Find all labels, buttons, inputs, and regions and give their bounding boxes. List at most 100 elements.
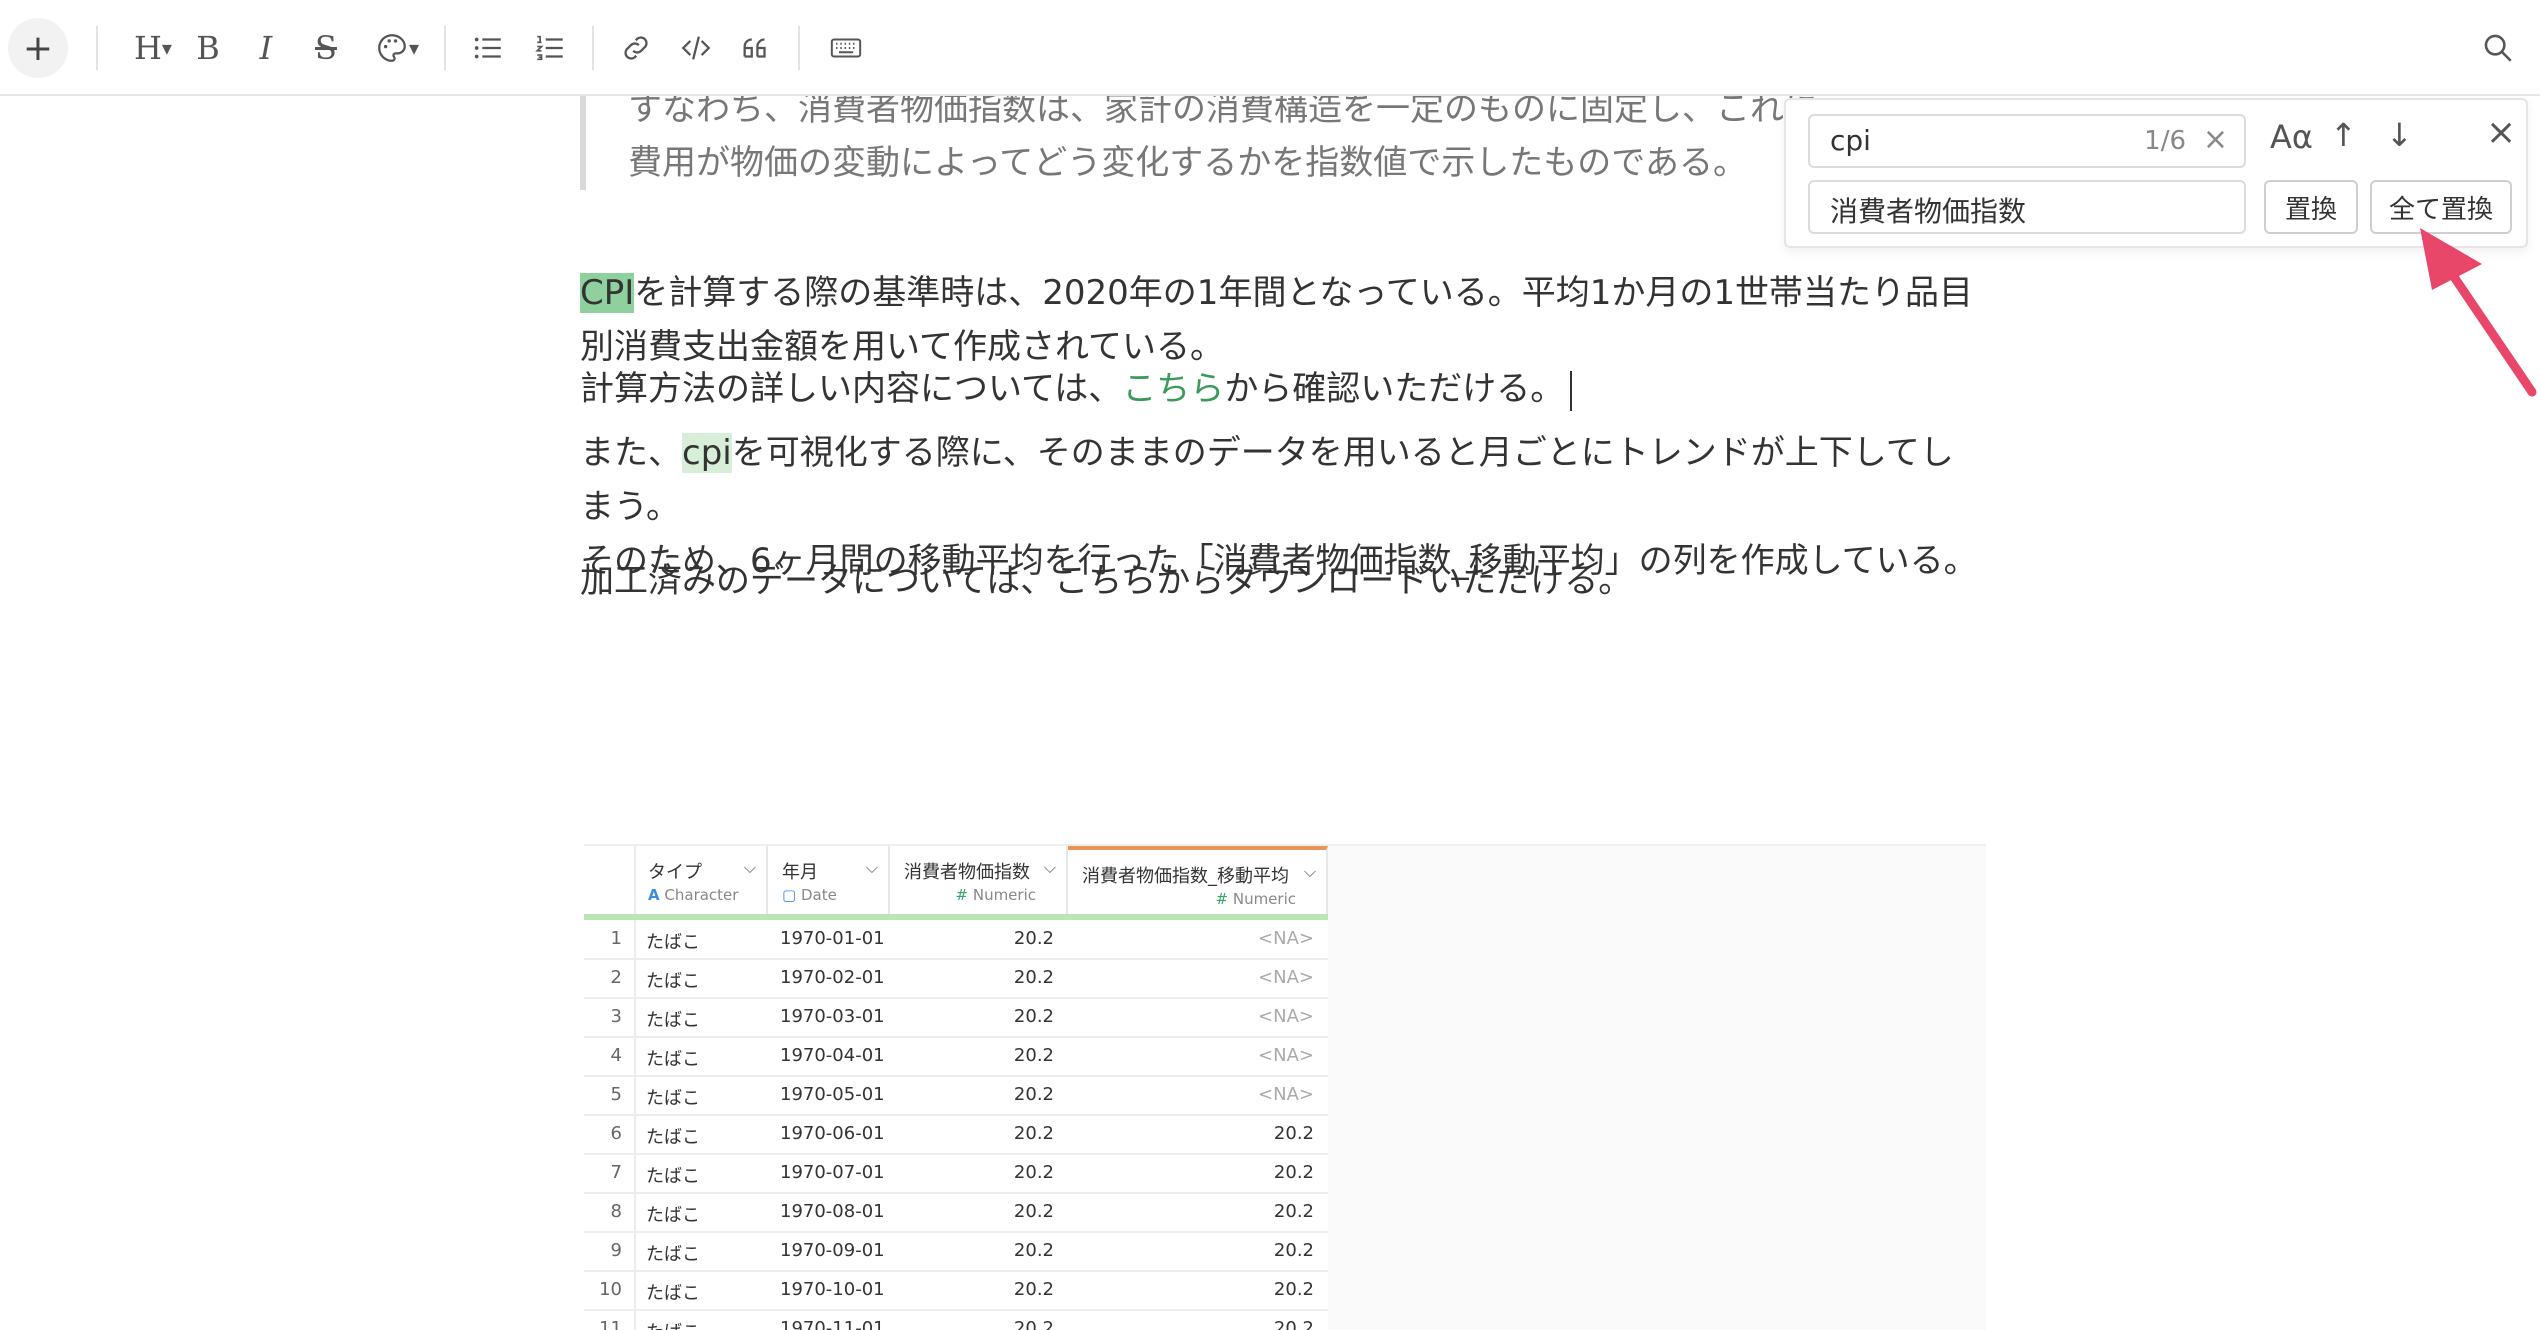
cell-date: 1970-01-01 <box>780 928 885 949</box>
chevron-down-icon[interactable]: ⌵ <box>1044 858 1056 878</box>
link-button[interactable] <box>608 18 664 78</box>
cell-type: たばこ <box>646 1283 700 1304</box>
row-number: 9 <box>610 1240 622 1261</box>
italic-icon: I <box>259 29 273 67</box>
keyboard-shortcuts-button[interactable] <box>816 18 876 78</box>
cell-cpi: 20.2 <box>1013 1318 1054 1330</box>
table-row[interactable]: 10 たばこ 1970-10-01 20.2 20.2 <box>584 1271 1328 1311</box>
match-case-toggle[interactable]: Aα <box>2270 118 2313 156</box>
cell-cpi-moving-average: 20.2 <box>1273 1279 1314 1300</box>
row-number: 6 <box>610 1123 622 1144</box>
row-number: 5 <box>610 1084 622 1105</box>
search-button[interactable] <box>2470 18 2526 78</box>
table-row[interactable]: 5 たばこ 1970-05-01 20.2 <NA> <box>584 1076 1328 1116</box>
replace-input[interactable]: 消費者物価指数 <box>1808 180 2246 234</box>
numbered-list-icon <box>535 35 563 61</box>
keyboard-icon <box>830 38 862 58</box>
paragraph-text: を計算する際の基準時は、2020年の1年間となっている。平均1か月の1世帯当たり… <box>634 273 1973 313</box>
table-empty-area <box>1328 846 1986 1330</box>
cell-type: たばこ <box>646 1166 700 1187</box>
editor-toolbar: + H ▾ B I S ▾ <box>0 0 2540 96</box>
paragraph-text: から確認いただける。 <box>1224 369 1565 409</box>
annotation-arrow-icon <box>2420 228 2537 397</box>
row-number: 4 <box>610 1045 622 1066</box>
chevron-down-icon[interactable]: ⌵ <box>1304 862 1316 882</box>
cell-cpi-moving-average: 20.2 <box>1273 1123 1314 1144</box>
text-cursor <box>1570 370 1573 411</box>
numbered-list-button[interactable] <box>522 18 578 78</box>
row-number: 3 <box>610 1006 622 1027</box>
column-header-cpi[interactable]: 消費者物価指数 ⌵ # Numeric <box>890 846 1068 914</box>
cell-cpi-moving-average: <NA> <box>1258 1084 1314 1105</box>
cell-cpi-moving-average: <NA> <box>1258 967 1314 988</box>
italic-button[interactable]: I <box>238 18 294 78</box>
search-match-current: CPI <box>580 273 635 313</box>
bold-button[interactable]: B <box>180 18 236 78</box>
cell-cpi-moving-average: 20.2 <box>1273 1201 1314 1222</box>
cell-date: 1970-11-01 <box>780 1318 885 1330</box>
table-row[interactable]: 7 たばこ 1970-07-01 20.2 20.2 <box>584 1154 1328 1194</box>
cell-date: 1970-03-01 <box>780 1006 885 1027</box>
close-icon[interactable]: × <box>2486 112 2516 153</box>
table-row[interactable]: 2 たばこ 1970-02-01 20.2 <NA> <box>584 959 1328 999</box>
bullet-list-button[interactable] <box>460 18 516 78</box>
cell-date: 1970-02-01 <box>780 967 885 988</box>
chevron-down-icon[interactable]: ⌵ <box>744 858 756 878</box>
cell-cpi: 20.2 <box>1013 1123 1054 1144</box>
cell-date: 1970-10-01 <box>780 1279 885 1300</box>
replace-button[interactable]: 置換 <box>2264 180 2358 234</box>
bold-icon: B <box>196 29 220 67</box>
heading-icon: H <box>134 29 162 67</box>
cell-type: たばこ <box>646 1318 756 1330</box>
cell-type: たばこ <box>646 1049 700 1070</box>
text-color-button[interactable]: ▾ <box>362 18 432 78</box>
link-icon <box>624 36 648 60</box>
previous-match-icon[interactable]: ↑ <box>2330 116 2357 154</box>
column-type: Numeric <box>972 886 1036 904</box>
clear-search-icon[interactable]: × <box>2203 122 2228 157</box>
next-match-icon[interactable]: ↓ <box>2386 116 2413 154</box>
chevron-down-icon[interactable]: ⌵ <box>866 858 878 878</box>
row-number: 11 <box>599 1318 622 1330</box>
method-link[interactable]: こちら <box>1122 369 1224 409</box>
column-header-type[interactable]: タイプ ⌵ A Character <box>634 846 768 914</box>
table-row[interactable]: 9 たばこ 1970-09-01 20.2 20.2 <box>584 1232 1328 1272</box>
find-input[interactable]: cpi 1/6 × <box>1808 114 2246 168</box>
data-table: タイプ ⌵ A Character 年月 ⌵ ▢ Date 消費者物価指数 ⌵ … <box>584 844 1986 1330</box>
table-row[interactable]: 8 たばこ 1970-08-01 20.2 20.2 <box>584 1193 1328 1233</box>
table-row[interactable]: 1 たばこ 1970-01-01 20.2 <NA> <box>584 920 1328 960</box>
column-name: 消費者物価指数 <box>904 862 1030 883</box>
cell-type: たばこ <box>646 1127 700 1148</box>
table-row[interactable]: 4 たばこ 1970-04-01 20.2 <NA> <box>584 1037 1328 1077</box>
table-row[interactable]: 3 たばこ 1970-03-01 20.2 <NA> <box>584 998 1328 1038</box>
bullet-list-icon <box>474 37 501 59</box>
toolbar-divider <box>798 26 800 70</box>
row-number: 1 <box>610 928 622 949</box>
character-type-icon: A <box>648 886 660 904</box>
match-count: 1/6 <box>2144 126 2186 156</box>
heading-button[interactable]: H ▾ <box>118 18 188 78</box>
code-button[interactable] <box>668 18 724 78</box>
cell-type: たばこ <box>646 971 700 992</box>
strikethrough-button[interactable]: S <box>298 18 354 78</box>
cell-date: 1970-05-01 <box>780 1084 885 1105</box>
quote-button[interactable] <box>728 18 784 78</box>
cell-cpi: 20.2 <box>1013 1006 1054 1027</box>
paragraph-download: 加工済みのデータについては、こちらからダウンロードいただける。 <box>580 561 1633 601</box>
chevron-down-icon: ▾ <box>161 36 172 60</box>
add-block-button[interactable]: + <box>8 18 68 78</box>
palette-icon <box>378 34 406 62</box>
cell-cpi: 20.2 <box>1013 967 1054 988</box>
table-row[interactable]: 11 たばこ 1970-11-01 20.2 20.2 <box>584 1310 1328 1330</box>
cell-cpi-moving-average: 20.2 <box>1273 1318 1314 1330</box>
cell-cpi: 20.2 <box>1013 1279 1054 1300</box>
cell-cpi-moving-average: <NA> <box>1258 928 1314 949</box>
table-row[interactable]: 6 たばこ 1970-06-01 20.2 20.2 <box>584 1115 1328 1155</box>
column-header-date[interactable]: 年月 ⌵ ▢ Date <box>768 846 890 914</box>
cell-cpi-moving-average: 20.2 <box>1273 1162 1314 1183</box>
code-icon <box>681 36 711 60</box>
column-header-cpi-moving-average[interactable]: 消費者物価指数_移動平均 ⌵ # Numeric <box>1068 846 1328 914</box>
cell-date: 1970-04-01 <box>780 1045 885 1066</box>
cell-date: 1970-08-01 <box>780 1201 885 1222</box>
row-number: 8 <box>610 1201 622 1222</box>
